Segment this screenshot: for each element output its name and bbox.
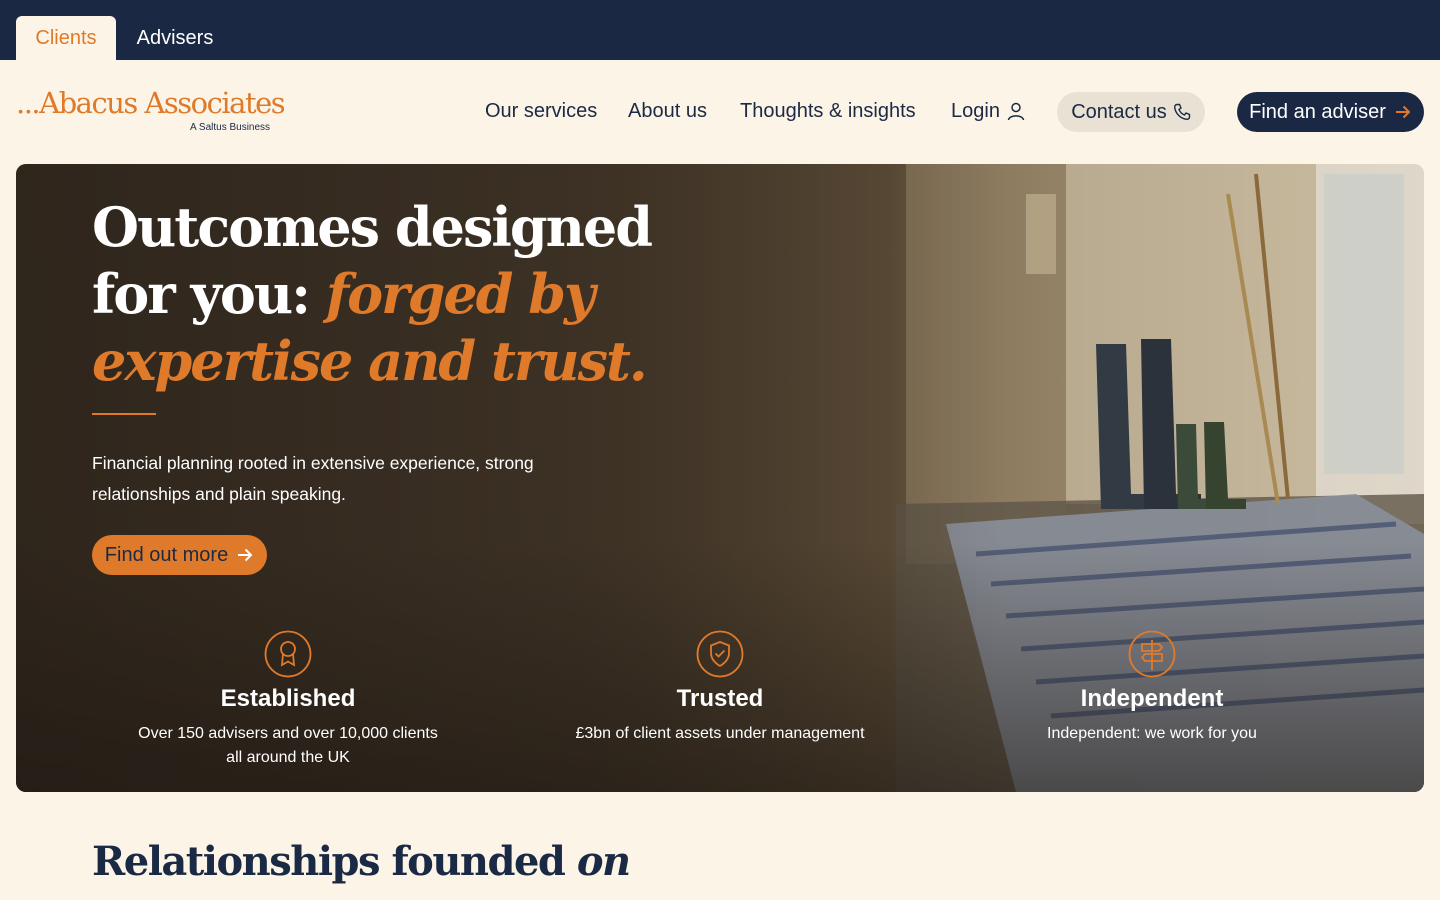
hero-divider <box>92 413 156 415</box>
feature-title: Established <box>220 685 356 712</box>
nav-about-us[interactable]: About us <box>628 98 707 124</box>
logo-wordmark: ...Abacus Associates <box>16 86 286 120</box>
arrow-right-icon <box>1395 105 1411 119</box>
hero-banner: Outcomes designed for you: forged by exp… <box>16 164 1424 792</box>
feature-text: Independent: we work for you <box>1047 725 1257 742</box>
contact-us-button[interactable]: Contact us <box>1057 92 1205 132</box>
feature-trusted: Trusted £3bn of client assets under mana… <box>530 630 910 746</box>
nav-our-services[interactable]: Our services <box>485 98 597 124</box>
hero-description: Financial planning rooted in extensive e… <box>92 453 534 504</box>
feature-text: £3bn of client assets under management <box>575 725 865 742</box>
feature-text: Over 150 advisers and over 10,000 client… <box>138 725 438 766</box>
contact-us-label: Contact us <box>1071 100 1167 123</box>
feature-independent: Independent Independent: we work for you <box>962 630 1342 746</box>
login-label: Login <box>951 100 1000 122</box>
shield-check-icon <box>696 630 744 678</box>
section-heading-italic: on <box>576 838 631 885</box>
feature-title: Trusted <box>676 685 764 712</box>
section-heading-plain: Relationships founded <box>92 838 577 885</box>
signpost-icon <box>1128 630 1176 678</box>
tab-advisers[interactable]: Advisers <box>126 16 224 60</box>
find-out-more-label: Find out more <box>104 543 229 566</box>
find-an-adviser-button[interactable]: Find an adviser <box>1237 92 1424 132</box>
phone-icon <box>1173 103 1190 121</box>
logo-tagline: A Saltus Business <box>190 122 271 133</box>
hero-title: Outcomes designed for you: forged by exp… <box>92 194 653 395</box>
arrow-right-icon <box>238 548 253 562</box>
tab-clients[interactable]: Clients <box>16 16 116 60</box>
section-heading: Relationships founded on <box>92 838 631 885</box>
award-ribbon-icon <box>264 630 312 678</box>
find-out-more-button[interactable]: Find out more <box>92 535 267 575</box>
feature-title: Independent <box>1080 685 1224 712</box>
user-icon <box>1007 102 1025 121</box>
find-adviser-label: Find an adviser <box>1249 100 1386 123</box>
nav-thoughts-insights[interactable]: Thoughts & insights <box>740 98 916 124</box>
site-logo[interactable]: ...Abacus Associates A Saltus Business <box>16 86 286 136</box>
feature-established: Established Over 150 advisers and over 1… <box>98 630 478 770</box>
audience-bar: Clients Advisers <box>0 0 1440 60</box>
nav-login[interactable]: Login <box>951 98 1026 124</box>
